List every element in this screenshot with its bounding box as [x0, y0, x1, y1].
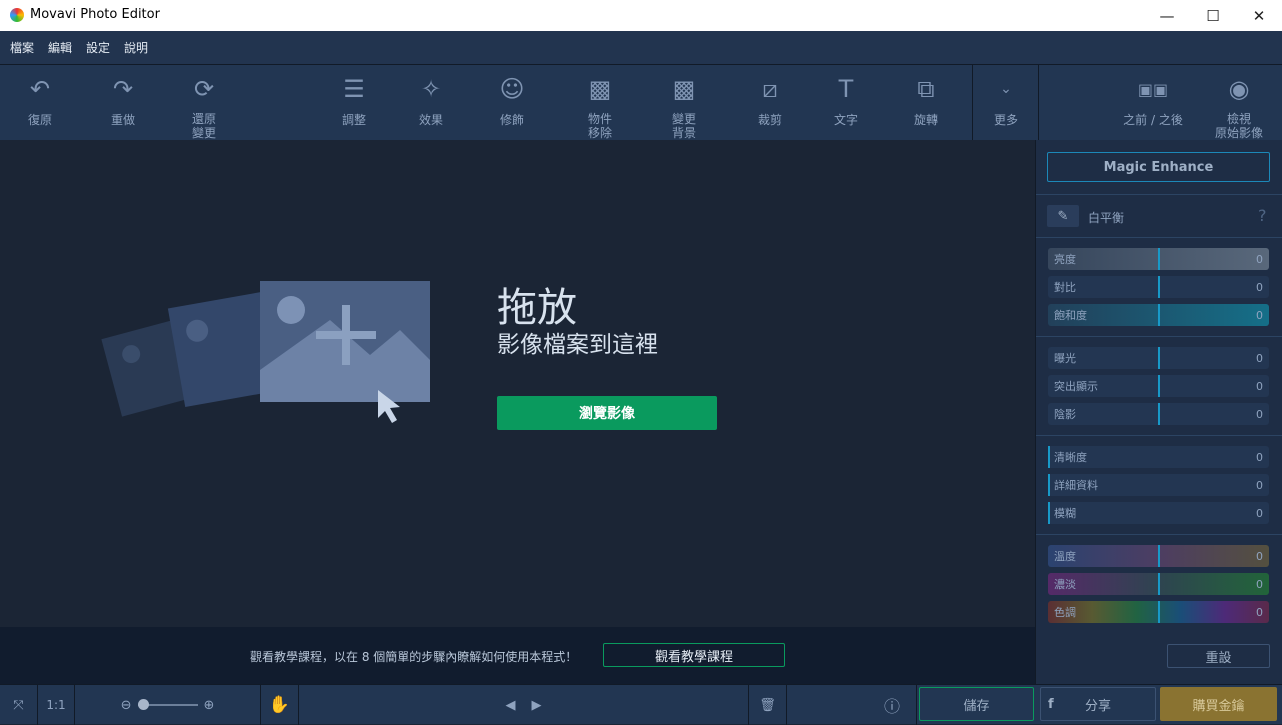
app-logo-icon [10, 8, 24, 22]
redo-button[interactable]: ↷重做 [88, 65, 158, 140]
save-button[interactable]: 儲存 [919, 687, 1034, 721]
redo-icon: ↷ [113, 65, 133, 113]
hue-slider[interactable]: 色調0 [1048, 601, 1269, 623]
view-original-button[interactable]: ◉檢視 原始影像 [1204, 65, 1274, 140]
toolbar: ↶復原 ↷重做 ⟳還原 變更 ☰調整 ✧效果 ☺修飾 ▩物件 移除 ▩變更 背景… [0, 65, 1282, 140]
text-button[interactable]: T文字 [811, 65, 881, 140]
eye-icon: ◉ [1229, 65, 1250, 112]
buy-key-button[interactable]: 購買金鑰 [1160, 687, 1277, 721]
clarity-slider[interactable]: 清晰度0 [1048, 446, 1269, 468]
temperature-slider[interactable]: 溫度0 [1048, 545, 1269, 567]
exposure-slider[interactable]: 曝光0 [1048, 347, 1269, 369]
menu-edit[interactable]: 編輯 [48, 39, 72, 56]
divider [1036, 336, 1282, 337]
saturation-slider[interactable]: 飽和度0 [1048, 304, 1269, 326]
before-after-icon: ▣▣ [1138, 65, 1168, 113]
drop-images-illustration [100, 275, 440, 425]
brightness-slider[interactable]: 亮度0 [1048, 248, 1269, 270]
divider [1038, 65, 1039, 140]
effects-button[interactable]: ✧效果 [396, 65, 466, 140]
help-icon[interactable]: ? [1258, 206, 1267, 225]
actual-size-button[interactable]: 1:1 [38, 685, 75, 725]
next-image-icon[interactable]: ▶ [532, 698, 542, 713]
divider [1036, 237, 1282, 238]
facebook-icon: f [1048, 697, 1054, 712]
window-title: Movavi Photo Editor [30, 7, 160, 22]
zoom-out-icon[interactable]: ⊖ [121, 698, 132, 713]
retouch-button[interactable]: ☺修飾 [477, 65, 547, 140]
zoom-slider[interactable] [138, 704, 198, 706]
face-icon: ☺ [499, 65, 524, 113]
watch-tutorial-button[interactable]: 觀看教學課程 [603, 643, 785, 667]
menu-help[interactable]: 說明 [124, 39, 148, 56]
object-removal-icon: ▩ [589, 65, 612, 112]
menu-settings[interactable]: 設定 [86, 39, 110, 56]
share-button[interactable]: f分享 [1040, 687, 1156, 721]
minimize-button[interactable]: — [1144, 0, 1190, 31]
object-removal-button[interactable]: ▩物件 移除 [565, 65, 635, 140]
info-icon[interactable]: ⓘ [787, 685, 917, 725]
magic-enhance-button[interactable]: Magic Enhance [1047, 152, 1270, 182]
chevron-down-icon: ⌄ [1000, 65, 1012, 113]
effects-image-icon: ✧ [421, 65, 441, 113]
contrast-slider[interactable]: 對比0 [1048, 276, 1269, 298]
blur-slider[interactable]: 模糊0 [1048, 502, 1269, 524]
change-background-button[interactable]: ▩變更 背景 [649, 65, 719, 140]
highlights-slider[interactable]: 突出顯示0 [1048, 375, 1269, 397]
navigation: ◀▶ [299, 685, 749, 725]
canvas-dropzone[interactable]: 拖放 影像檔案到這裡 瀏覽影像 [0, 140, 1035, 627]
white-balance-label: 白平衡 [1088, 209, 1124, 226]
shadows-slider[interactable]: 陰影0 [1048, 403, 1269, 425]
drop-subtitle: 影像檔案到這裡 [497, 325, 658, 359]
tutorial-bar: 觀看教學課程，以在 8 個簡單的步驟內瞭解如何使用本程式！ 觀看教學課程 [0, 627, 1035, 684]
menu-file[interactable]: 檔案 [10, 39, 34, 56]
tutorial-text: 觀看教學課程，以在 8 個簡單的步驟內瞭解如何使用本程式！ [250, 648, 577, 665]
menu-bar: 檔案 編輯 設定 說明 [0, 31, 1282, 65]
bottom-bar: ⤧ 1:1 ⊖ ⊕ ✋ ◀▶ 🗑 ⓘ 儲存 f分享 購買金鑰 [0, 684, 1282, 724]
reset-button[interactable]: 重設 [1167, 644, 1270, 668]
before-after-button[interactable]: ▣▣之前 / 之後 [1113, 65, 1193, 140]
tint-slider[interactable]: 濃淡0 [1048, 573, 1269, 595]
undo-button[interactable]: ↶復原 [5, 65, 75, 140]
title-bar: Movavi Photo Editor — ☐ ✕ [0, 0, 1282, 31]
maximize-button[interactable]: ☐ [1190, 0, 1236, 31]
fit-screen-icon[interactable]: ⤧ [0, 685, 38, 725]
adjust-button[interactable]: ☰調整 [319, 65, 389, 140]
divider [1036, 435, 1282, 436]
undo-icon: ↶ [30, 65, 50, 113]
previous-image-icon[interactable]: ◀ [506, 698, 516, 713]
background-icon: ▩ [673, 65, 696, 112]
zoom-in-icon[interactable]: ⊕ [204, 698, 215, 713]
refresh-icon: ⟳ [194, 65, 214, 112]
adjustments-panel: Magic Enhance ✎ 白平衡 ? 亮度0 對比0 飽和度0 曝光0 突… [1035, 140, 1282, 684]
close-button[interactable]: ✕ [1236, 0, 1282, 31]
crop-button[interactable]: ⧄裁剪 [735, 65, 805, 140]
sliders-icon: ☰ [343, 65, 365, 113]
text-icon: T [839, 65, 854, 113]
eyedropper-icon[interactable]: ✎ [1047, 205, 1079, 227]
divider [1036, 194, 1282, 195]
hand-tool-icon[interactable]: ✋ [261, 685, 299, 725]
more-button[interactable]: ⌄更多 [971, 65, 1041, 140]
rotate-icon: ⧉ [917, 65, 934, 113]
divider [1036, 534, 1282, 535]
revert-button[interactable]: ⟳還原 變更 [169, 65, 239, 140]
rotate-button[interactable]: ⧉旋轉 [891, 65, 961, 140]
browse-images-button[interactable]: 瀏覽影像 [497, 396, 717, 430]
detail-slider[interactable]: 詳細資料0 [1048, 474, 1269, 496]
zoom-control: ⊖ ⊕ [75, 685, 261, 725]
delete-icon[interactable]: 🗑 [749, 685, 787, 725]
crop-icon: ⧄ [762, 65, 777, 113]
